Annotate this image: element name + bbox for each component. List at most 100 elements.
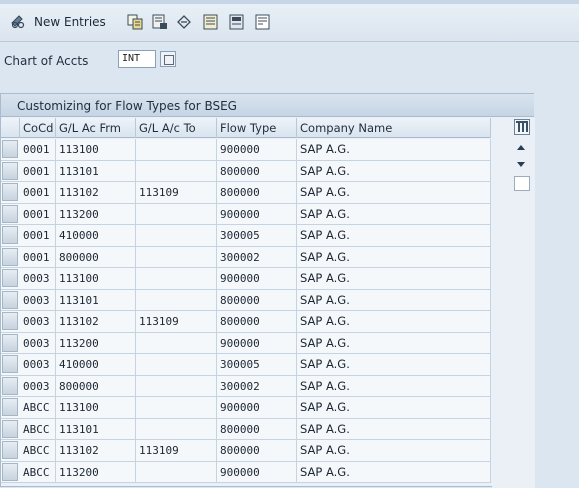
flow-type-cell[interactable]: 800000 <box>217 289 297 311</box>
table-row[interactable]: 0003 800000 300002 SAP A.G. <box>1 375 491 397</box>
row-selector[interactable] <box>2 204 18 223</box>
undo-button[interactable] <box>176 12 192 32</box>
table-row[interactable]: 0001 113101 800000 SAP A.G. <box>1 160 491 182</box>
row-selector[interactable] <box>2 355 18 373</box>
cocd-cell[interactable]: 0003 <box>20 268 56 289</box>
cocd-cell[interactable]: 0001 <box>20 246 56 268</box>
table-row[interactable]: ABCC 113200 900000 SAP A.G. <box>1 461 491 483</box>
gl-account-from-cell[interactable]: 113100 <box>56 139 136 160</box>
table-row[interactable]: 0003 113200 900000 SAP A.G. <box>1 332 491 354</box>
gl-account-to-cell[interactable] <box>136 332 217 354</box>
cocd-cell[interactable]: 0003 <box>20 311 56 332</box>
company-name-cell[interactable]: SAP A.G. <box>297 246 491 268</box>
cocd-cell[interactable]: ABCC <box>20 397 56 418</box>
gl-account-from-cell[interactable]: 113100 <box>56 268 136 289</box>
copy-button[interactable] <box>127 12 143 32</box>
row-selector[interactable] <box>2 462 18 481</box>
row-selector[interactable] <box>2 419 18 438</box>
company-name-cell[interactable]: SAP A.G. <box>297 160 491 182</box>
gl-account-from-cell[interactable]: 113102 <box>56 440 136 461</box>
table-row[interactable]: 0001 410000 300005 SAP A.G. <box>1 225 491 247</box>
flow-type-cell[interactable]: 300005 <box>217 354 297 375</box>
select-block-button[interactable] <box>229 12 245 32</box>
row-selector[interactable] <box>2 398 18 416</box>
gl-account-to-cell[interactable] <box>136 397 217 418</box>
column-header-cocd[interactable]: CoCd <box>20 118 56 138</box>
cocd-cell[interactable]: ABCC <box>20 461 56 483</box>
gl-account-from-cell[interactable]: 113102 <box>56 311 136 332</box>
table-row[interactable]: 0003 410000 300005 SAP A.G. <box>1 354 491 376</box>
scrollbar-thumb[interactable] <box>514 176 530 191</box>
cocd-cell[interactable]: 0003 <box>20 289 56 311</box>
company-name-cell[interactable]: SAP A.G. <box>297 418 491 440</box>
gl-account-to-cell[interactable]: 113109 <box>136 311 217 332</box>
row-selector[interactable] <box>2 290 18 309</box>
flow-type-cell[interactable]: 300002 <box>217 246 297 268</box>
gl-account-to-cell[interactable] <box>136 225 217 246</box>
chart-of-accounts-field[interactable]: INT <box>118 50 156 68</box>
value-help-button[interactable] <box>160 51 176 67</box>
table-row[interactable]: 0001 113102 113109 800000 SAP A.G. <box>1 182 491 204</box>
cocd-cell[interactable]: ABCC <box>20 418 56 440</box>
gl-account-to-cell[interactable] <box>136 203 217 225</box>
gl-account-from-cell[interactable]: 113100 <box>56 397 136 418</box>
column-header-gl-account-from[interactable]: G/L Ac Frm <box>56 118 136 138</box>
flow-type-cell[interactable]: 900000 <box>217 139 297 160</box>
cocd-cell[interactable]: 0001 <box>20 182 56 203</box>
table-row[interactable]: ABCC 113100 900000 SAP A.G. <box>1 397 491 419</box>
column-header-flow-type[interactable]: Flow Type <box>217 118 297 138</box>
flow-type-cell[interactable]: 300005 <box>217 225 297 246</box>
gl-account-from-cell[interactable]: 113101 <box>56 289 136 311</box>
gl-account-to-cell[interactable] <box>136 289 217 311</box>
table-row[interactable]: 0003 113100 900000 SAP A.G. <box>1 268 491 290</box>
company-name-cell[interactable]: SAP A.G. <box>297 268 491 289</box>
gl-account-from-cell[interactable]: 800000 <box>56 246 136 268</box>
company-name-cell[interactable]: SAP A.G. <box>297 225 491 246</box>
row-selector[interactable] <box>2 376 18 395</box>
flow-type-cell[interactable]: 800000 <box>217 182 297 203</box>
row-selector[interactable] <box>2 247 18 266</box>
table-row[interactable]: 0001 800000 300002 SAP A.G. <box>1 246 491 268</box>
company-name-cell[interactable]: SAP A.G. <box>297 440 491 461</box>
flow-type-cell[interactable]: 800000 <box>217 418 297 440</box>
gl-account-to-cell[interactable] <box>136 375 217 397</box>
gl-account-to-cell[interactable] <box>136 139 217 160</box>
gl-account-from-cell[interactable]: 113101 <box>56 418 136 440</box>
company-name-cell[interactable]: SAP A.G. <box>297 289 491 311</box>
gl-account-from-cell[interactable]: 113200 <box>56 203 136 225</box>
flow-type-cell[interactable]: 800000 <box>217 311 297 332</box>
cocd-cell[interactable]: 0003 <box>20 354 56 375</box>
company-name-cell[interactable]: SAP A.G. <box>297 203 491 225</box>
scroll-down-icon[interactable] <box>517 162 525 167</box>
gl-account-from-cell[interactable]: 800000 <box>56 375 136 397</box>
company-name-cell[interactable]: SAP A.G. <box>297 311 491 332</box>
flow-type-cell[interactable]: 900000 <box>217 461 297 483</box>
row-selector[interactable] <box>2 312 18 330</box>
gl-account-to-cell[interactable] <box>136 160 217 182</box>
gl-account-from-cell[interactable]: 113200 <box>56 461 136 483</box>
gl-account-to-cell[interactable] <box>136 461 217 483</box>
gl-account-to-cell[interactable]: 113109 <box>136 440 217 461</box>
table-row[interactable]: 0001 113200 900000 SAP A.G. <box>1 203 491 225</box>
deselect-all-button[interactable] <box>255 12 271 32</box>
flow-type-cell[interactable]: 800000 <box>217 440 297 461</box>
flow-type-cell[interactable]: 900000 <box>217 332 297 354</box>
table-row[interactable]: ABCC 113102 113109 800000 SAP A.G. <box>1 440 491 462</box>
gl-account-from-cell[interactable]: 113200 <box>56 332 136 354</box>
table-row[interactable]: 0003 113101 800000 SAP A.G. <box>1 289 491 311</box>
cocd-cell[interactable]: 0003 <box>20 332 56 354</box>
row-selector[interactable] <box>2 333 18 352</box>
company-name-cell[interactable]: SAP A.G. <box>297 397 491 418</box>
select-all-button[interactable] <box>203 12 219 32</box>
flow-type-cell[interactable]: 800000 <box>217 160 297 182</box>
column-header-gl-account-to[interactable]: G/L A/c To <box>136 118 217 138</box>
cocd-cell[interactable]: 0003 <box>20 375 56 397</box>
cocd-cell[interactable]: 0001 <box>20 139 56 160</box>
row-selector[interactable] <box>2 183 18 201</box>
row-selector[interactable] <box>2 226 18 244</box>
row-selector[interactable] <box>2 441 18 459</box>
company-name-cell[interactable]: SAP A.G. <box>297 375 491 397</box>
delete-button[interactable] <box>152 12 168 32</box>
row-selector[interactable] <box>2 269 18 287</box>
gl-account-from-cell[interactable]: 113102 <box>56 182 136 203</box>
